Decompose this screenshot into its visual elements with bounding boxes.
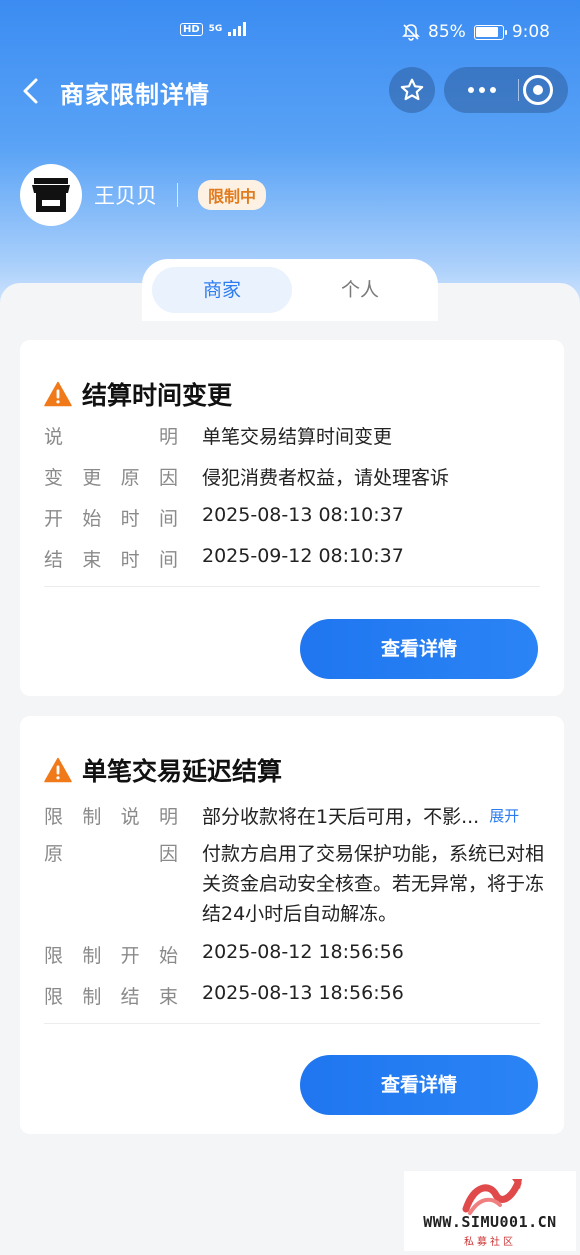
row-label: 原因 bbox=[44, 843, 178, 865]
watermark-logo-icon bbox=[462, 1179, 522, 1215]
star-icon bbox=[400, 78, 424, 101]
warning-icon bbox=[44, 381, 72, 407]
row-value: 2025-08-13 18:56:56 bbox=[202, 982, 404, 1004]
tab-personal[interactable]: 个人 bbox=[292, 267, 428, 313]
back-arrow-icon[interactable] bbox=[16, 74, 48, 108]
info-row: 限制开始 2025-08-12 18:56:56 bbox=[44, 941, 404, 968]
merchant-header: 王贝贝 限制中 bbox=[20, 164, 267, 226]
row-label: 开始时间 bbox=[44, 508, 178, 530]
row-value: 付款方启用了交易保护功能，系统已对相关资金启动安全核查。若无异常，将于冻结24小… bbox=[202, 843, 545, 925]
battery-icon bbox=[473, 24, 507, 40]
name-divider bbox=[177, 183, 178, 207]
watermark-text: WWW.SIMU001.CN bbox=[423, 1213, 557, 1231]
close-target-icon[interactable] bbox=[523, 75, 553, 105]
restriction-card: 单笔交易延迟结算 限制说明 部分收款将在1天后可用，不影... 展开 原因 付款… bbox=[20, 716, 564, 1134]
view-details-button[interactable]: 查看详情 bbox=[300, 619, 538, 679]
row-value: 2025-08-13 08:10:37 bbox=[202, 504, 404, 526]
row-value: 2025-08-12 18:56:56 bbox=[202, 941, 404, 963]
row-label: 结束时间 bbox=[44, 549, 178, 571]
card-title: 单笔交易延迟结算 bbox=[44, 752, 282, 788]
tab-bar: 商家 个人 bbox=[142, 259, 438, 321]
expand-link[interactable]: 展开 bbox=[489, 805, 519, 829]
signal-icon bbox=[228, 22, 247, 36]
row-label: 变更原因 bbox=[44, 467, 178, 489]
mute-bell-icon bbox=[402, 24, 420, 41]
favorite-button[interactable] bbox=[389, 67, 435, 113]
divider bbox=[44, 1023, 540, 1024]
card-title: 结算时间变更 bbox=[44, 376, 232, 412]
info-row: 变更原因 侵犯消费者权益，请处理客诉 bbox=[44, 463, 449, 490]
watermark-subtext: 私募社区 bbox=[464, 1237, 516, 1248]
status-bar: HD 5G 85% 9:08 bbox=[0, 0, 580, 66]
divider bbox=[44, 586, 540, 587]
row-value: 单笔交易结算时间变更 bbox=[202, 426, 393, 448]
network-indicator: 5G bbox=[208, 23, 223, 34]
shop-icon bbox=[32, 178, 70, 212]
info-row: 限制结束 2025-08-13 18:56:56 bbox=[44, 982, 404, 1009]
status-badge: 限制中 bbox=[198, 180, 267, 210]
info-row: 说明 单笔交易结算时间变更 bbox=[44, 422, 392, 449]
restriction-card: 结算时间变更 说明 单笔交易结算时间变更 变更原因 侵犯消费者权益，请处理客诉 … bbox=[20, 340, 564, 696]
merchant-name: 王贝贝 bbox=[94, 184, 157, 208]
nav-bar: 商家限制详情 bbox=[0, 66, 580, 116]
warning-icon bbox=[44, 757, 72, 783]
info-row: 开始时间 2025-08-13 08:10:37 bbox=[44, 504, 404, 531]
row-value: 部分收款将在1天后可用，不影... bbox=[202, 806, 480, 828]
avatar bbox=[20, 164, 82, 226]
more-options-icon[interactable] bbox=[458, 67, 506, 113]
row-value: 侵犯消费者权益，请处理客诉 bbox=[202, 467, 450, 489]
row-label: 限制开始 bbox=[44, 945, 178, 967]
watermark: WWW.SIMU001.CN 私募社区 bbox=[404, 1171, 576, 1251]
hd-indicator: HD bbox=[180, 22, 203, 36]
card-title-text: 结算时间变更 bbox=[82, 381, 233, 410]
clock: 9:08 bbox=[511, 22, 550, 42]
row-label: 说明 bbox=[44, 426, 178, 448]
mini-program-capsule bbox=[444, 67, 568, 113]
info-row: 结束时间 2025-09-12 08:10:37 bbox=[44, 545, 404, 572]
row-label: 限制说明 bbox=[44, 806, 178, 828]
tab-merchant[interactable]: 商家 bbox=[152, 267, 292, 313]
row-label: 限制结束 bbox=[44, 986, 178, 1008]
page-title: 商家限制详情 bbox=[60, 81, 210, 109]
capsule-divider bbox=[518, 79, 519, 101]
view-details-button[interactable]: 查看详情 bbox=[300, 1055, 538, 1115]
row-value: 2025-09-12 08:10:37 bbox=[202, 545, 404, 567]
battery-percent: 85% bbox=[428, 22, 466, 42]
card-title-text: 单笔交易延迟结算 bbox=[82, 757, 283, 786]
info-row: 限制说明 部分收款将在1天后可用，不影... 展开 bbox=[44, 802, 519, 829]
info-row: 原因 付款方启用了交易保护功能，系统已对相关资金启动安全核查。若无异常，将于冻结… bbox=[44, 839, 548, 929]
